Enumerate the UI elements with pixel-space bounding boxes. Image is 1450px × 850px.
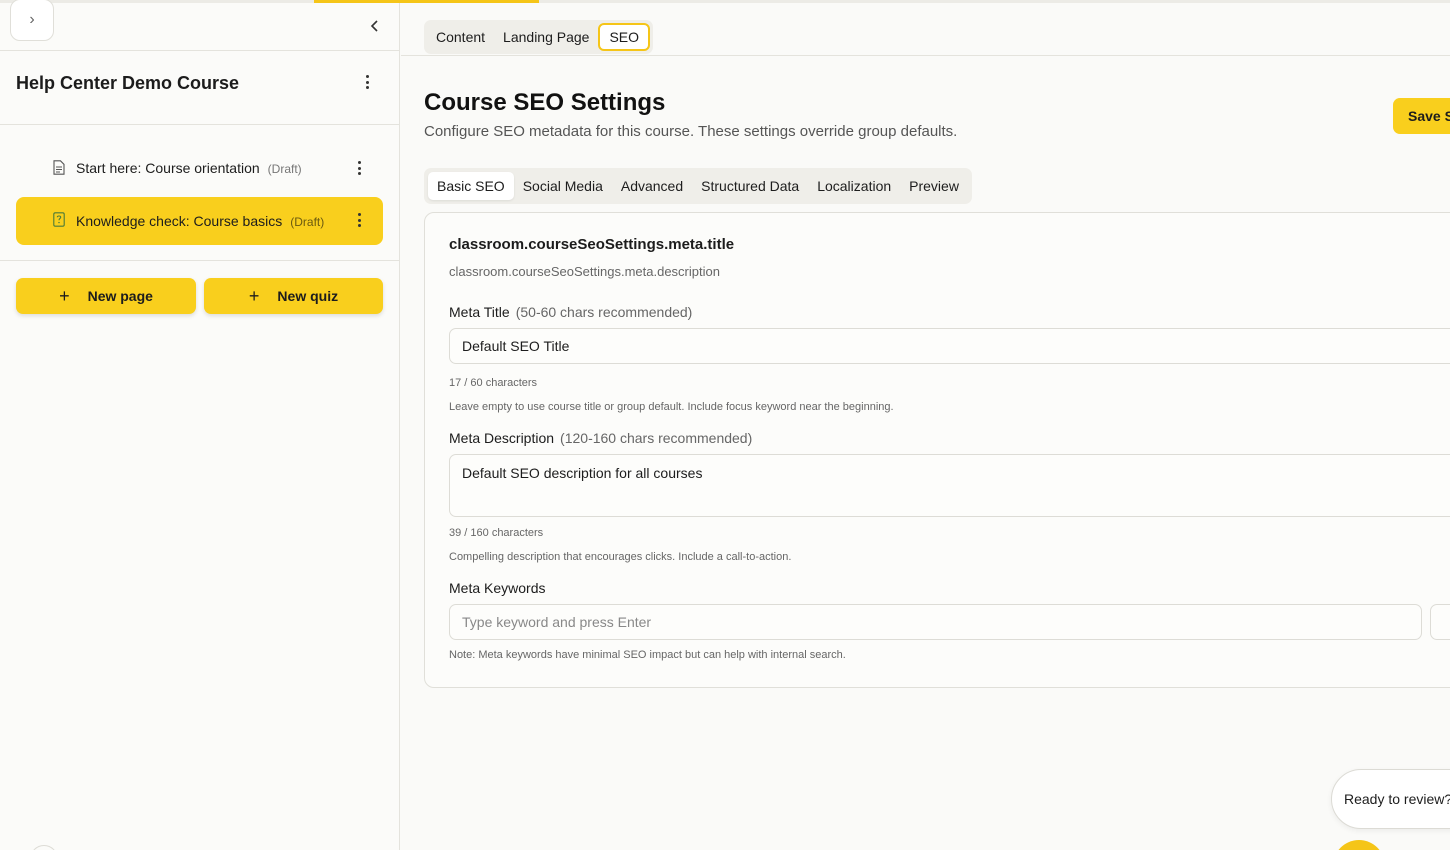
meta-description-label: Meta Description (120-160 chars recommend… [449,430,753,446]
page-item-knowledge-check[interactable]: Knowledge check: Course basics (Draft) [16,197,383,245]
new-quiz-button[interactable]: + New quiz [204,278,383,314]
add-keyword-button[interactable] [1430,604,1450,640]
quiz-icon [53,212,65,227]
page-item-label: Knowledge check: Course basics (Draft) [76,213,325,229]
page-item-label: Start here: Course orientation (Draft) [76,160,302,176]
tab-social-media[interactable]: Social Media [514,172,612,200]
collapse-sidebar-button[interactable] [366,17,384,35]
course-sidebar: › Help Center Demo Course Start here: Co… [0,0,400,850]
meta-description-hint: (120-160 chars recommended) [560,430,753,446]
page-item-course-orientation[interactable]: Start here: Course orientation (Draft) [16,145,383,191]
page-title: Course SEO Settings [424,89,666,116]
draft-status: (Draft) [290,215,325,229]
tab-preview[interactable]: Preview [900,172,968,200]
tab-structured-data[interactable]: Structured Data [692,172,808,200]
document-icon [53,160,65,175]
ready-to-review-prompt[interactable]: Ready to review? [1331,769,1450,829]
tab-localization[interactable]: Localization [808,172,900,200]
new-page-button[interactable]: + New page [16,278,196,314]
editor-tab-bar: Content Landing Page SEO [401,3,1450,56]
tab-advanced[interactable]: Advanced [612,172,692,200]
meta-title-label: Meta Title (50-60 chars recommended) [449,304,693,320]
page-menu-button[interactable] [351,211,367,229]
course-header: Help Center Demo Course [0,51,399,125]
meta-keywords-label: Meta Keywords [449,580,546,596]
meta-title-hint: (50-60 chars recommended) [515,304,693,320]
chevron-right-icon: › [29,11,35,28]
meta-description-char-count: 39 / 160 characters [449,527,544,539]
tab-seo[interactable]: SEO [598,23,651,51]
bottom-avatar[interactable] [30,845,58,850]
sidebar-toolbar: › [0,0,399,51]
chevron-left-icon [370,20,378,32]
tab-landing-page[interactable]: Landing Page [494,23,598,51]
card-title: classroom.courseSeoSettings.meta.title [449,236,735,253]
meta-title-input[interactable] [449,328,1450,364]
draft-status: (Draft) [267,162,302,176]
meta-title-char-count: 17 / 60 characters [449,377,538,389]
meta-keywords-input[interactable]: Type keyword and press Enter [449,604,1422,640]
save-button[interactable]: Save S [1393,98,1450,134]
course-menu-button[interactable] [359,73,375,91]
plus-icon: + [248,285,260,306]
meta-settings-card: classroom.courseSeoSettings.meta.title c… [424,212,1450,688]
meta-title-help: Leave empty to use course title or group… [449,401,894,413]
card-description: classroom.courseSeoSettings.meta.descrip… [449,264,720,279]
add-content-buttons: + New page + New quiz [16,278,383,314]
meta-description-help: Compelling description that encourages c… [449,551,792,563]
course-title: Help Center Demo Course [16,73,240,93]
tab-basic-seo[interactable]: Basic SEO [428,172,514,200]
tab-content[interactable]: Content [427,23,494,51]
meta-description-textarea[interactable]: Default SEO description for all courses [449,454,1450,517]
page-menu-button[interactable] [351,159,367,177]
page-list: Start here: Course orientation (Draft) Kn… [0,125,399,261]
editor-tabs: Content Landing Page SEO [424,20,654,54]
help-fab-button[interactable] [1333,840,1385,850]
main-content: Content Landing Page SEO Course SEO Sett… [401,3,1450,850]
page-subtitle: Configure SEO metadata for this course. … [424,123,958,140]
expand-panel-button[interactable]: › [10,0,54,41]
meta-keywords-note: Note: Meta keywords have minimal SEO imp… [449,649,846,661]
seo-tabs: Basic SEO Social Media Advanced Structur… [424,168,972,204]
plus-icon: + [59,285,70,306]
